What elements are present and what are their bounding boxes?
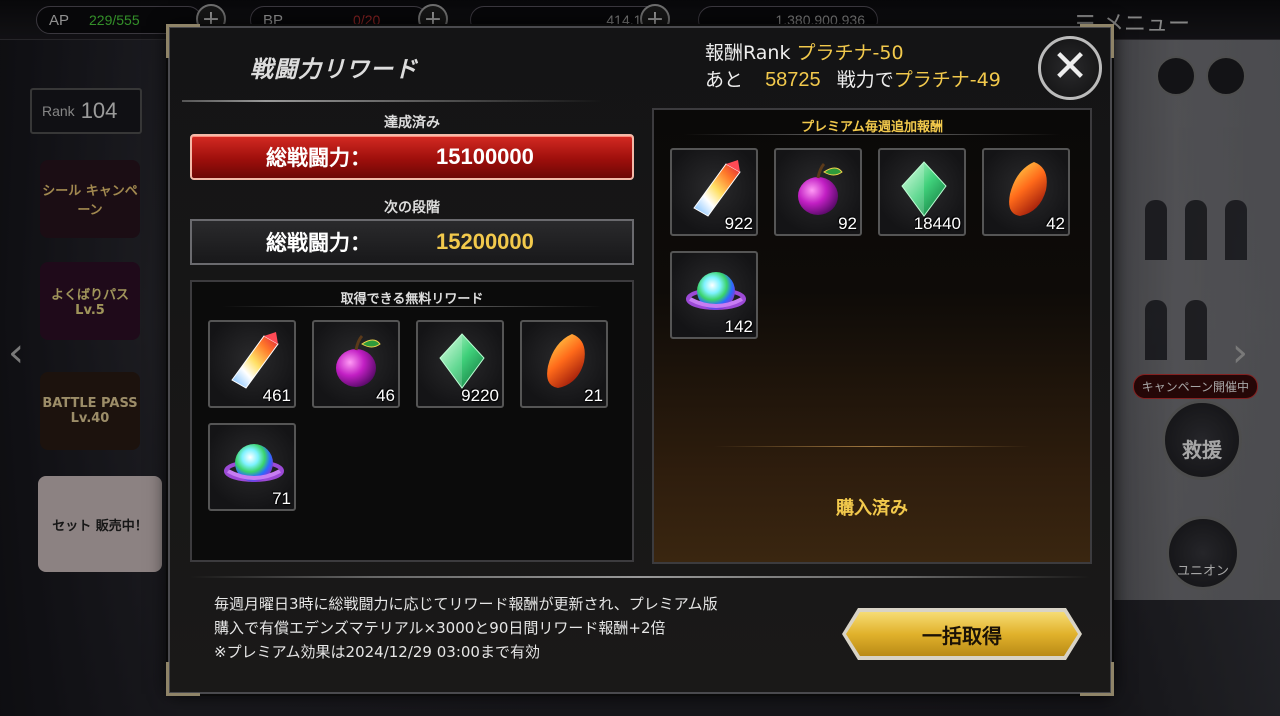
- rainbow-orb-icon: [224, 444, 284, 482]
- free-reward-item[interactable]: 21: [520, 320, 608, 408]
- ornament-corner: [166, 662, 200, 696]
- rainbow-crystal-icon: [693, 160, 741, 217]
- item-quantity: 92: [838, 214, 857, 233]
- achieved-power-label: 総戦闘力：: [266, 146, 371, 170]
- remaining-target: プラチナ-49: [893, 69, 1001, 91]
- remaining-prefix: あと: [705, 69, 744, 91]
- reward-rank-label: 報酬Rank: [705, 42, 791, 64]
- close-icon: ✕: [1051, 41, 1089, 92]
- purple-apple-icon: [798, 162, 843, 215]
- combat-power-reward-modal: 戦闘力リワード 報酬Rank プラチナ-50 あと 58725 戦力でプラチナ-…: [166, 24, 1114, 696]
- rainbow-orb-icon: [686, 272, 746, 310]
- item-quantity: 46: [376, 386, 395, 405]
- remaining-value: 58725: [765, 69, 821, 91]
- note-line: 購入で有償エデンズマテリアル×3000と90日間リワード報酬+2倍: [214, 619, 666, 637]
- free-reward-item[interactable]: 9220: [416, 320, 504, 408]
- close-button[interactable]: ✕: [1038, 36, 1102, 100]
- modal-title: 戦闘力リワード: [250, 57, 418, 83]
- item-quantity: 21: [584, 386, 603, 405]
- reward-rank-info: 報酬Rank プラチナ-50 あと 58725 戦力でプラチナ-49: [705, 40, 1001, 94]
- achieved-label: 達成済み: [384, 115, 440, 131]
- free-reward-heading: 取得できる無料リワード: [340, 292, 484, 307]
- premium-reward-item[interactable]: 922: [670, 148, 758, 236]
- free-reward-item[interactable]: 71: [208, 423, 296, 511]
- panel-divider: [684, 134, 1060, 135]
- item-quantity: 9220: [461, 386, 499, 405]
- next-power-value: 15200000: [436, 229, 534, 254]
- red-stone-icon: [1009, 162, 1047, 216]
- achieved-power-value: 15100000: [436, 144, 534, 169]
- claim-all-label: 一括取得: [922, 623, 1002, 648]
- purple-apple-icon: [336, 334, 381, 387]
- item-quantity: 42: [1046, 214, 1065, 233]
- purchased-divider: [714, 446, 1030, 447]
- premium-reward-item[interactable]: 92: [774, 148, 862, 236]
- premium-reward-item[interactable]: 18440: [878, 148, 966, 236]
- ornament-corner: [166, 24, 200, 58]
- next-tier-label: 次の段階: [384, 200, 440, 216]
- ornament-corner: [1080, 662, 1114, 696]
- free-reward-item[interactable]: 461: [208, 320, 296, 408]
- green-gem-icon: [901, 161, 947, 217]
- green-gem-icon: [439, 333, 485, 389]
- item-quantity: 18440: [913, 214, 961, 233]
- reward-rank-value: プラチナ-50: [796, 42, 904, 64]
- footer-divider: [190, 576, 1090, 578]
- remaining-mid: 戦力で: [836, 69, 894, 91]
- free-reward-item[interactable]: 46: [312, 320, 400, 408]
- reward-note: 毎週月曜日3時に総戦闘力に応じてリワード報酬が更新され、プレミアム版 購入で有償…: [214, 592, 834, 664]
- item-quantity: 922: [724, 214, 753, 233]
- note-line: ※プレミアム効果は2024/12/29 03:00まで有効: [214, 643, 540, 661]
- free-reward-panel: 取得できる無料リワード 461 46 9220 21 71: [190, 280, 634, 562]
- free-reward-list: 461 46 9220 21 71: [208, 320, 628, 511]
- claim-all-button[interactable]: 一括取得: [846, 612, 1078, 656]
- premium-reward-heading: プレミアム毎週追加報酬: [800, 120, 944, 135]
- item-quantity: 461: [262, 386, 291, 405]
- next-power-label: 総戦闘力：: [266, 231, 371, 255]
- item-quantity: 71: [272, 489, 291, 508]
- premium-reward-panel: プレミアム毎週追加報酬 922 92 18440 42 142 購入済み: [652, 108, 1092, 564]
- rainbow-crystal-icon: [231, 332, 279, 389]
- premium-reward-item[interactable]: 142: [670, 251, 758, 339]
- remaining-line: あと 58725 戦力でプラチナ-49: [705, 67, 1001, 94]
- achieved-power-bar: 総戦闘力： 15100000: [190, 134, 634, 180]
- red-stone-icon: [547, 334, 585, 388]
- item-quantity: 142: [724, 317, 753, 336]
- title-divider: [182, 100, 602, 102]
- panel-divider: [222, 306, 602, 307]
- next-power-bar: 総戦闘力： 15200000: [190, 219, 634, 265]
- reward-rank-line: 報酬Rank プラチナ-50: [705, 40, 1001, 67]
- premium-reward-list: 922 92 18440 42 142: [670, 148, 1090, 339]
- note-line: 毎週月曜日3時に総戦闘力に応じてリワード報酬が更新され、プレミアム版: [214, 595, 718, 613]
- purchased-status: 購入済み: [836, 498, 908, 519]
- premium-reward-item[interactable]: 42: [982, 148, 1070, 236]
